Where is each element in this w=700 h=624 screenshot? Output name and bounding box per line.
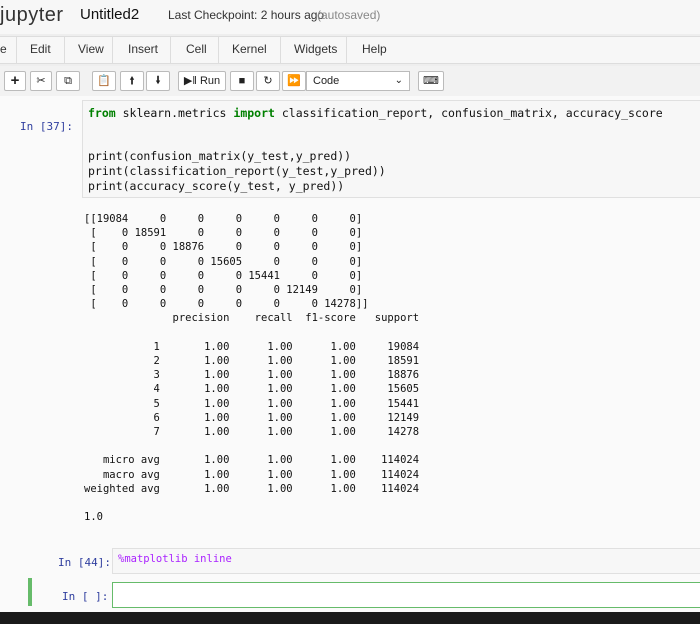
cell-prompt: In [ ]: [62, 590, 109, 603]
restart-icon[interactable]: ↻ [256, 71, 280, 91]
chevron-down-icon: ⌄ [394, 75, 403, 86]
checkpoint-status: Last Checkpoint: 2 hours ago [168, 8, 325, 22]
copy-icon[interactable]: ⧉ [56, 71, 80, 91]
menu-cell[interactable]: Cell [186, 42, 207, 56]
output-line: micro avg 1.00 1.00 1.00 114024 [84, 454, 420, 467]
menu-file[interactable]: e [0, 42, 7, 56]
menu-widgets[interactable]: Widgets [294, 42, 337, 56]
code-line: print(classification_report(y_test,y_pre… [88, 164, 386, 178]
menu-divider [16, 37, 17, 63]
output-line: [ 0 0 0 0 0 0 14278]] [84, 298, 369, 311]
magic-text: %matplotlib inline [118, 553, 232, 565]
output-line: [ 0 0 0 0 0 12149 0] [84, 284, 363, 296]
output-line: 4 1.00 1.00 1.00 15605 [84, 383, 420, 396]
cut-icon[interactable]: ✂ [30, 71, 52, 91]
output-line: [ 0 0 0 15605 0 0 0] [84, 255, 363, 268]
output-line: [ 0 0 18876 0 0 0 0] [84, 241, 363, 254]
menu-insert[interactable]: Insert [128, 42, 158, 56]
keyword-import: import [233, 106, 275, 120]
output-line: [[19084 0 0 0 0 0 0] [84, 213, 363, 225]
cell-prompt: In [44]: [58, 556, 111, 569]
magic-command: %matplotlib inline [118, 553, 232, 565]
cell-type-value: Code [313, 75, 340, 87]
stop-icon[interactable]: ■ [230, 71, 254, 91]
import-line: from sklearn.metrics import classificati… [88, 106, 663, 120]
menu-kernel[interactable]: Kernel [232, 42, 267, 56]
screen-edge [0, 612, 700, 624]
output-line: 1.0 [84, 511, 103, 524]
plus-icon[interactable]: + [4, 71, 26, 91]
menu-help[interactable]: Help [362, 42, 387, 56]
menu-divider [346, 37, 347, 63]
run-label: Run [199, 75, 221, 87]
menu-divider [112, 37, 113, 63]
output-line: 7 1.00 1.00 1.00 14278 [84, 426, 420, 438]
menu-view[interactable]: View [78, 42, 104, 56]
keyword-from: from [88, 106, 116, 120]
output-line: precision recall f1-score support [84, 312, 420, 325]
menu-edit[interactable]: Edit [30, 42, 51, 56]
cell-prompt: In [37]: [20, 120, 73, 133]
arrow-up-icon[interactable]: 🠙 [120, 71, 144, 91]
code-cell-input[interactable] [112, 582, 700, 608]
cell-type-select[interactable]: Code ⌄ [306, 71, 410, 91]
notebook-title[interactable]: Untitled2 [80, 6, 139, 23]
menu-divider [64, 37, 65, 63]
output-line: [ 0 0 0 0 15441 0 0] [84, 269, 363, 282]
menu-divider [170, 37, 171, 63]
output-line: weighted avg 1.00 1.00 1.00 114024 [84, 482, 420, 495]
output-line: macro avg 1.00 1.00 1.00 114024 [84, 468, 420, 481]
code-line: print(confusion_matrix(y_test,y_pred)) [88, 149, 352, 163]
toolbar: + ✂ ⧉ 📋 🠙 🠛 ▶‖ Run ■ ↻ ⏩ Code ⌄ ⌨ [0, 66, 700, 97]
menu-divider [280, 37, 281, 63]
import-names: classification_report, confusion_matrix,… [274, 106, 663, 120]
run-button[interactable]: ▶‖ Run [178, 71, 226, 91]
fast-forward-icon[interactable]: ⏩ [282, 71, 306, 91]
menu-divider [218, 37, 219, 63]
cell-selection-bar [28, 578, 32, 606]
output-line: 6 1.00 1.00 1.00 12149 [84, 411, 420, 424]
autosave-status: (autosaved) [317, 8, 381, 22]
jupyter-logo[interactable]: jupyter [0, 4, 64, 27]
paste-icon[interactable]: 📋 [92, 71, 116, 91]
import-module: sklearn.metrics [115, 106, 234, 120]
output-line: 1 1.00 1.00 1.00 19084 [84, 340, 420, 353]
output-line: [ 0 18591 0 0 0 0 0] [84, 227, 363, 240]
output-line: 5 1.00 1.00 1.00 15441 [84, 397, 420, 410]
run-icon: ▶‖ [183, 75, 197, 87]
output-line: 2 1.00 1.00 1.00 18591 [84, 355, 420, 367]
keyboard-icon[interactable]: ⌨ [418, 71, 444, 91]
notebook-header: jupyter Untitled2 Last Checkpoint: 2 hou… [0, 0, 700, 34]
menu-bar: e Edit View Insert Cell Kernel Widgets H… [0, 36, 700, 64]
code-line: print(accuracy_score(y_test, y_pred)) [88, 179, 345, 193]
arrow-down-icon[interactable]: 🠛 [146, 71, 170, 91]
output-line: 3 1.00 1.00 1.00 18876 [84, 369, 420, 382]
